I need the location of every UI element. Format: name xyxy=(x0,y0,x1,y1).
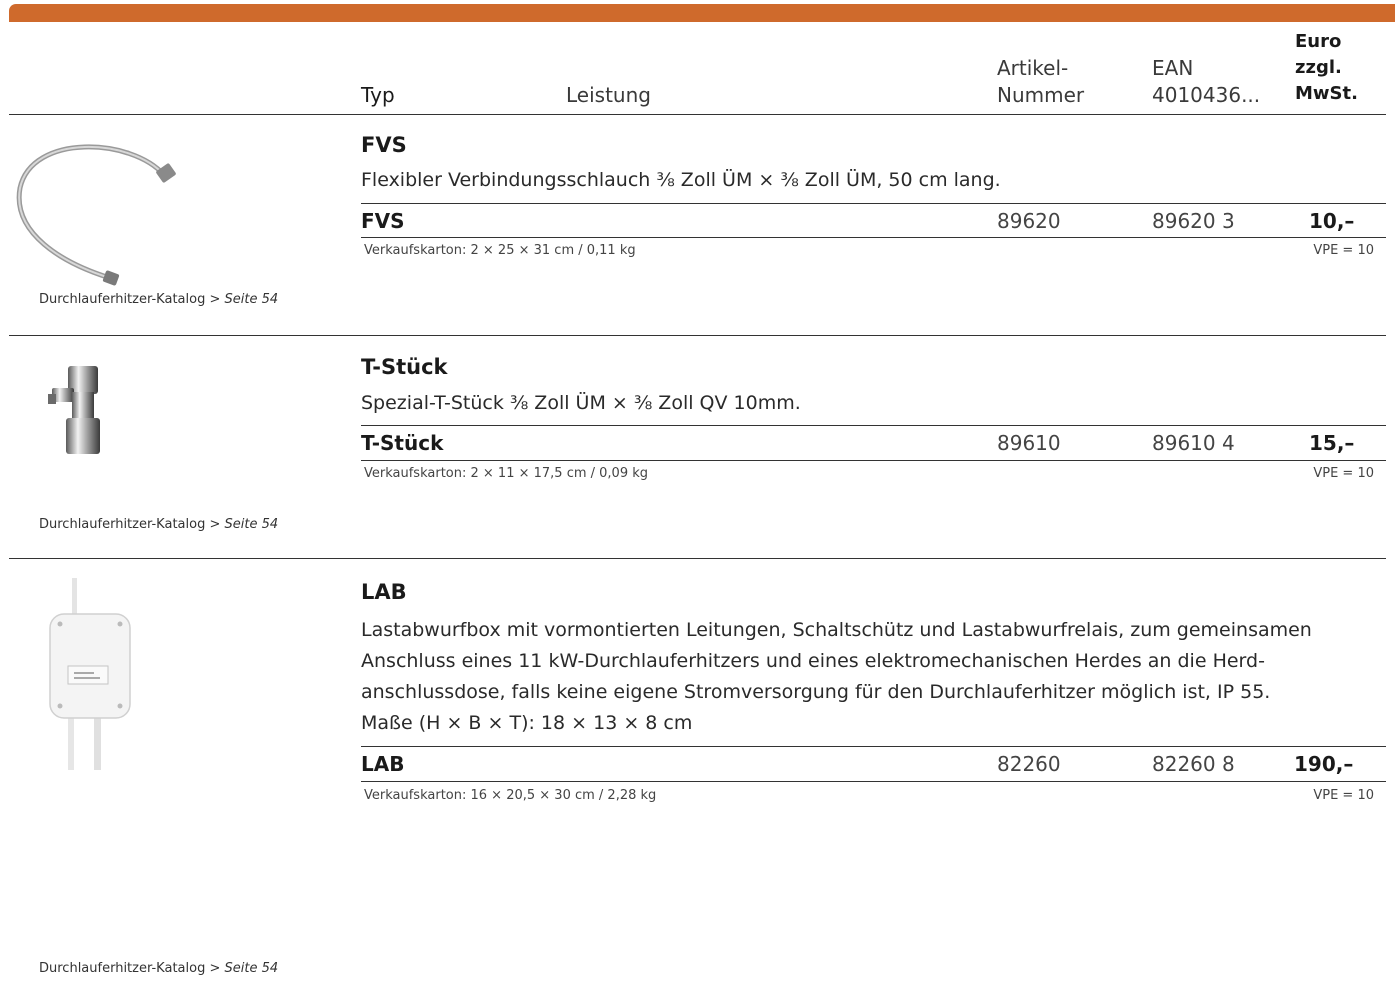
cell-ean: 89620 3 xyxy=(1152,209,1235,233)
row-rule xyxy=(361,203,1386,204)
vpe-info: VPE = 10 xyxy=(1313,466,1374,481)
product-title: LAB xyxy=(361,580,407,604)
header-euro: Euro zzgl. MwSt. xyxy=(1295,31,1358,104)
product-description: Spezial-T-Stück ⅜ Zoll ÜM × ⅜ Zoll QV 10… xyxy=(361,392,801,414)
vpe-info: VPE = 10 xyxy=(1313,243,1374,258)
t-fitting-image xyxy=(48,366,100,454)
load-shedding-box-image xyxy=(49,578,131,770)
accent-bar xyxy=(9,4,1395,22)
description-line: Lastabwurfbox mit vormontierten Leitunge… xyxy=(361,619,1312,641)
flexible-hose-image xyxy=(16,144,176,286)
cell-artikel: 89610 xyxy=(997,431,1061,455)
description-line: anschlussdose, falls keine eigene Stromv… xyxy=(361,681,1271,703)
product-description: Lastabwurfbox mit vormontierten Leitunge… xyxy=(361,615,1312,739)
header-artikel: Artikel- Nummer xyxy=(997,56,1085,107)
packaging-info: Verkaufskarton: 2 × 25 × 31 cm / 0,11 kg xyxy=(364,243,636,258)
header-typ: Typ xyxy=(361,83,395,107)
cell-price: 15,– xyxy=(1309,431,1355,455)
product-title: T-Stück xyxy=(361,355,448,379)
cell-typ: FVS xyxy=(361,209,405,233)
cell-typ: LAB xyxy=(361,752,405,776)
vpe-info: VPE = 10 xyxy=(1313,788,1374,803)
cell-ean: 89610 4 xyxy=(1152,431,1235,455)
catalog-reference[interactable]: Durchlauferhitzer-Katalog > Seite 54 xyxy=(39,517,278,532)
product-description: Flexibler Verbindungsschlauch ⅜ Zoll ÜM … xyxy=(361,169,1001,191)
cell-artikel: 82260 xyxy=(997,752,1061,776)
description-line: Maße (H × B × T): 18 × 13 × 8 cm xyxy=(361,712,693,734)
header-leistung: Leistung xyxy=(566,83,651,107)
header-rule xyxy=(9,114,1386,115)
description-line: Anschluss eines 11 kW-Durchlauferhitzers… xyxy=(361,650,1265,672)
cell-price: 190,– xyxy=(1294,752,1354,776)
catalog-reference[interactable]: Durchlauferhitzer-Katalog > Seite 54 xyxy=(39,292,278,307)
row-rule xyxy=(361,460,1386,461)
section-rule xyxy=(9,335,1386,336)
packaging-info: Verkaufskarton: 2 × 11 × 17,5 cm / 0,09 … xyxy=(364,466,649,481)
packaging-info: Verkaufskarton: 16 × 20,5 × 30 cm / 2,28… xyxy=(364,788,657,803)
cell-price: 10,– xyxy=(1309,209,1355,233)
row-rule xyxy=(361,746,1386,747)
product-title: FVS xyxy=(361,133,407,157)
catalog-reference[interactable]: Durchlauferhitzer-Katalog > Seite 54 xyxy=(39,961,278,976)
row-rule xyxy=(361,237,1386,238)
section-rule xyxy=(9,558,1386,559)
header-ean: EAN 4010436... xyxy=(1152,56,1261,107)
cell-ean: 82260 8 xyxy=(1152,752,1235,776)
row-rule xyxy=(361,781,1386,782)
row-rule xyxy=(361,425,1386,426)
cell-artikel: 89620 xyxy=(997,209,1061,233)
cell-typ: T-Stück xyxy=(361,431,444,455)
